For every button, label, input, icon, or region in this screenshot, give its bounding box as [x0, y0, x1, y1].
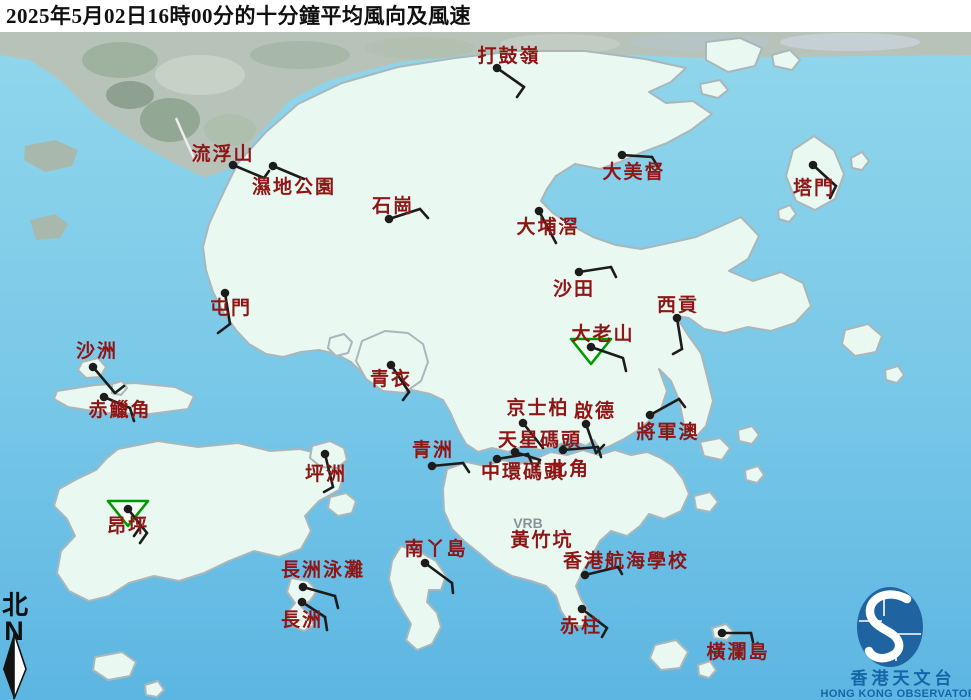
station-label: 石崗: [371, 194, 414, 217]
station-label: 香港航海學校: [562, 549, 689, 572]
station-dot: [578, 605, 587, 614]
station-dot: [428, 462, 437, 471]
station-label: 坪洲: [305, 463, 347, 485]
station-label: 濕地公園: [252, 175, 336, 198]
wind-barb-icon: [452, 583, 453, 593]
station-label: 橫瀾島: [706, 640, 769, 663]
station-dot: [535, 207, 544, 216]
urban-texture-patch: [106, 81, 154, 109]
map-title: 2025年5月02日16時00分的十分鐘平均風向及風速: [0, 0, 971, 32]
hong-kong-wind-map: 打鼓嶺流浮山濕地公園石崗 大美督塔門大埔滘沙田西貢大老山 屯門沙洲赤鱲角 青衣京士柏啟…: [0, 0, 971, 700]
station-dot: [269, 162, 278, 171]
station-label: 赤柱: [560, 614, 602, 637]
station-label: 大老山: [571, 322, 634, 345]
urban-texture-patch: [155, 55, 245, 95]
island-ma-wan: [328, 334, 352, 356]
wind-map-screen: 打鼓嶺流浮山濕地公園石崗 大美督塔門大埔滘沙田西貢大老山 屯門沙洲赤鱲角 青衣京士柏啟…: [0, 0, 971, 700]
station-dot: [809, 161, 818, 170]
station-label: 天星碼頭: [498, 429, 582, 451]
station-label: 南丫島: [404, 537, 467, 560]
station-label: 屯門: [210, 296, 252, 319]
urban-texture-patch: [140, 98, 200, 142]
station-dot: [124, 505, 133, 514]
urban-texture-patch: [204, 114, 256, 146]
station-label: 打鼓嶺: [477, 44, 540, 67]
station-label: 黃竹坑: [510, 528, 573, 551]
station-dot: [321, 450, 330, 459]
station-label: 西貢: [657, 294, 699, 316]
station-dot: [299, 583, 308, 592]
station-label: 大美督: [602, 160, 665, 183]
island-hei-ling-chau: [328, 493, 356, 516]
station-label: 啟德: [574, 399, 616, 422]
hko-logo-chinese-name: 香港天文台: [851, 668, 956, 688]
station-label: 北角: [548, 457, 590, 480]
urban-texture-patch: [250, 41, 350, 69]
station-label: 沙田: [553, 278, 595, 300]
station-dot: [618, 151, 627, 160]
station-dot: [89, 363, 98, 372]
station-label: 京士柏: [506, 396, 569, 419]
station-dot: [387, 361, 396, 370]
urban-texture-patch: [365, 37, 475, 59]
variable-wind-label: VRB: [513, 515, 543, 531]
station-ngong-ping: 昂坪: [107, 501, 149, 543]
station-label: 沙洲: [76, 340, 118, 362]
station-label: 大埔滘: [516, 215, 579, 238]
station-dot: [221, 289, 230, 298]
station-dot: [646, 411, 655, 420]
station-label: 青衣: [370, 367, 412, 390]
urban-texture-patch: [780, 33, 920, 51]
station-dot: [718, 629, 727, 638]
station-label: 塔門: [793, 176, 835, 199]
hko-logo-english-name: HONG KONG OBSERVATORY: [820, 688, 971, 700]
station-label: 青洲: [412, 439, 454, 461]
station-label: 赤鱲角: [88, 398, 151, 421]
station-label: 流浮山: [191, 142, 254, 165]
station-label: 昂坪: [107, 515, 149, 537]
station-dot: [519, 419, 528, 428]
station-dot: [575, 268, 584, 277]
urban-texture-patch: [82, 42, 158, 78]
station-dot: [559, 446, 568, 455]
station-dot: [298, 598, 307, 607]
station-label: 長洲: [281, 609, 323, 631]
station-label: 長洲泳灘: [281, 558, 365, 581]
station-label: 將軍澳: [636, 420, 699, 443]
